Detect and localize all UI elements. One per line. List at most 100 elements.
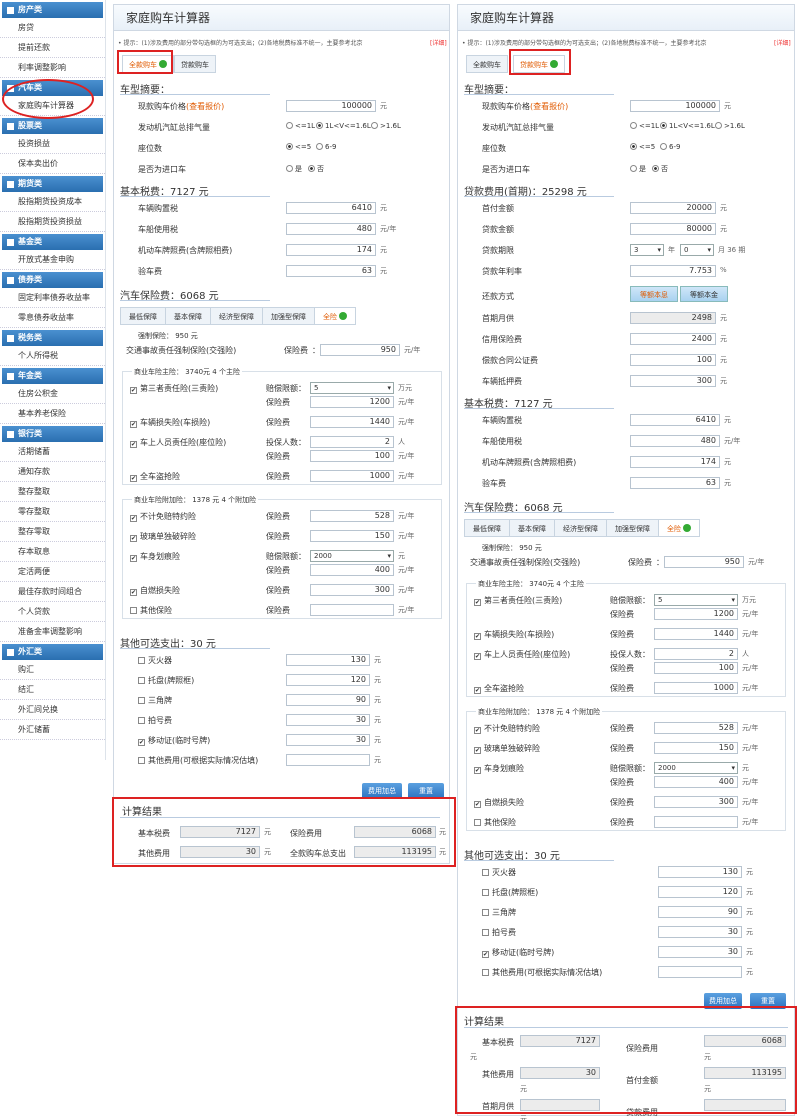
price-input[interactable]: 100000 bbox=[630, 100, 720, 112]
sidebar-item[interactable]: 零息债券收益率 bbox=[0, 308, 105, 328]
checkbox-option[interactable]: ✔ 全车盗抢险 bbox=[474, 683, 524, 694]
checkbox-option[interactable]: ✔ 车上人员责任险(座位险) bbox=[130, 437, 226, 448]
radio-option[interactable]: 是 bbox=[630, 164, 646, 174]
price-link[interactable]: (查看报价) bbox=[186, 102, 224, 111]
checkbox-option[interactable]: ✔ 玻璃单独破碎险 bbox=[130, 531, 196, 542]
limit-select[interactable]: 2000 bbox=[310, 550, 394, 562]
sidebar-item[interactable]: 购汇 bbox=[0, 660, 105, 680]
value-input[interactable] bbox=[654, 816, 738, 828]
checkbox-option[interactable]: 拍号费 bbox=[482, 927, 516, 938]
value-input[interactable]: 100 bbox=[654, 662, 738, 674]
sidebar-category[interactable]: 股票类 bbox=[2, 118, 103, 134]
sidebar-item[interactable]: 个人贷款 bbox=[0, 602, 105, 622]
radio-option[interactable]: 6-9 bbox=[660, 143, 680, 151]
sidebar-item[interactable]: 通知存款 bbox=[0, 462, 105, 482]
sidebar-item[interactable]: 整存整取 bbox=[0, 482, 105, 502]
value-input[interactable]: 6410 bbox=[630, 414, 720, 426]
radio-option[interactable]: 否 bbox=[652, 164, 668, 174]
radio-option[interactable]: 否 bbox=[308, 164, 324, 174]
limit-select[interactable]: 5 bbox=[654, 594, 738, 606]
repay-equal-installment-button[interactable]: 等额本息 bbox=[630, 286, 678, 302]
detail-link[interactable]: [详细] bbox=[430, 40, 447, 47]
insurance-tab[interactable]: 经济型保障 bbox=[210, 307, 263, 325]
tab-full-payment[interactable]: 全款购车 bbox=[466, 55, 508, 73]
sidebar-category[interactable]: 债券类 bbox=[2, 272, 103, 288]
sidebar-item[interactable]: 结汇 bbox=[0, 680, 105, 700]
value-input[interactable]: 528 bbox=[310, 510, 394, 522]
sidebar-item[interactable]: 准备金率调整影响 bbox=[0, 622, 105, 642]
insurance-tab[interactable]: 经济型保障 bbox=[554, 519, 607, 537]
value-input[interactable]: 174 bbox=[630, 456, 720, 468]
radio-option[interactable]: 1L<V<=1.6L bbox=[660, 122, 715, 130]
checkbox-option[interactable]: 灭火器 bbox=[482, 867, 516, 878]
value-input[interactable]: 7.753 bbox=[630, 265, 716, 277]
value-input[interactable]: 1440 bbox=[654, 628, 738, 640]
checkbox-option[interactable]: ✔ 车身划痕险 bbox=[474, 763, 524, 774]
value-input[interactable]: 300 bbox=[654, 796, 738, 808]
repay-equal-principal-button[interactable]: 等额本金 bbox=[680, 286, 728, 302]
value-input[interactable]: 100 bbox=[630, 354, 716, 366]
insurance-tab[interactable]: 全险 bbox=[658, 519, 700, 537]
value-input[interactable]: 90 bbox=[286, 694, 370, 706]
sidebar-item[interactable]: 利率调整影响 bbox=[0, 58, 105, 78]
value-input[interactable]: 300 bbox=[630, 375, 716, 387]
checkbox-option[interactable]: 拍号费 bbox=[138, 715, 172, 726]
insurance-tab[interactable]: 最低保障 bbox=[464, 519, 510, 537]
sidebar-item[interactable]: 零存整取 bbox=[0, 502, 105, 522]
value-input[interactable]: 1000 bbox=[654, 682, 738, 694]
value-input[interactable]: 30 bbox=[286, 734, 370, 746]
value-input[interactable]: 300 bbox=[310, 584, 394, 596]
sidebar-category[interactable]: 房产类 bbox=[2, 2, 103, 18]
term-month-select[interactable]: 0 bbox=[680, 244, 714, 256]
sidebar-item[interactable]: 存本取息 bbox=[0, 542, 105, 562]
value-input[interactable]: 120 bbox=[658, 886, 742, 898]
value-input[interactable]: 1000 bbox=[310, 470, 394, 482]
value-input[interactable]: 30 bbox=[658, 946, 742, 958]
sidebar-item[interactable]: 活期储蓄 bbox=[0, 442, 105, 462]
term-year-select[interactable]: 3 bbox=[630, 244, 664, 256]
price-input[interactable]: 100000 bbox=[286, 100, 376, 112]
sidebar-item[interactable]: 保本卖出价 bbox=[0, 154, 105, 174]
sidebar-category[interactable]: 外汇类 bbox=[2, 644, 103, 660]
value-input[interactable]: 150 bbox=[654, 742, 738, 754]
sidebar-item[interactable]: 外汇间兑换 bbox=[0, 700, 105, 720]
radio-option[interactable]: <=1L bbox=[630, 122, 659, 130]
checkbox-option[interactable]: 三角牌 bbox=[482, 907, 516, 918]
sidebar-item[interactable]: 提前还款 bbox=[0, 38, 105, 58]
value-input[interactable]: 400 bbox=[310, 564, 394, 576]
checkbox-option[interactable]: 托盘(牌照框) bbox=[482, 887, 538, 898]
insurance-tab[interactable]: 加强型保障 bbox=[262, 307, 315, 325]
radio-option[interactable]: <=1L bbox=[286, 122, 315, 130]
sidebar-item[interactable]: 基本养老保险 bbox=[0, 404, 105, 424]
value-input[interactable]: 90 bbox=[658, 906, 742, 918]
insurance-tab[interactable]: 全险 bbox=[314, 307, 356, 325]
tab-loan[interactable]: 贷款购车 bbox=[174, 55, 216, 73]
sidebar-item[interactable]: 股指期货投资损益 bbox=[0, 212, 105, 232]
value-input[interactable]: 950 bbox=[664, 556, 744, 568]
value-input[interactable] bbox=[658, 966, 742, 978]
price-link[interactable]: (查看报价) bbox=[530, 102, 568, 111]
insurance-tab[interactable]: 基本保障 bbox=[509, 519, 555, 537]
sidebar-item[interactable]: 个人所得税 bbox=[0, 346, 105, 366]
radio-option[interactable]: >1.6L bbox=[715, 122, 745, 130]
sidebar-item[interactable]: 固定利率债券收益率 bbox=[0, 288, 105, 308]
value-input[interactable]: 1200 bbox=[654, 608, 738, 620]
value-input[interactable]: 6410 bbox=[286, 202, 376, 214]
radio-option[interactable]: 是 bbox=[286, 164, 302, 174]
checkbox-option[interactable]: ✔ 全车盗抢险 bbox=[130, 471, 180, 482]
sidebar-item[interactable]: 最佳存款时间组合 bbox=[0, 582, 105, 602]
value-input[interactable]: 150 bbox=[310, 530, 394, 542]
radio-option[interactable]: >1.6L bbox=[371, 122, 401, 130]
sidebar-category[interactable]: 税务类 bbox=[2, 330, 103, 346]
insurance-tab[interactable]: 最低保障 bbox=[120, 307, 166, 325]
checkbox-option[interactable]: 托盘(牌照框) bbox=[138, 675, 194, 686]
checkbox-option[interactable]: 其他保险 bbox=[130, 605, 172, 616]
sidebar-item[interactable]: 房贷 bbox=[0, 18, 105, 38]
sidebar-category[interactable]: 基金类 bbox=[2, 234, 103, 250]
value-input[interactable]: 100 bbox=[310, 450, 394, 462]
value-input[interactable]: 1440 bbox=[310, 416, 394, 428]
value-input[interactable]: 120 bbox=[286, 674, 370, 686]
sidebar-category[interactable]: 期货类 bbox=[2, 176, 103, 192]
checkbox-option[interactable]: 其他保险 bbox=[474, 817, 516, 828]
value-input[interactable]: 174 bbox=[286, 244, 376, 256]
